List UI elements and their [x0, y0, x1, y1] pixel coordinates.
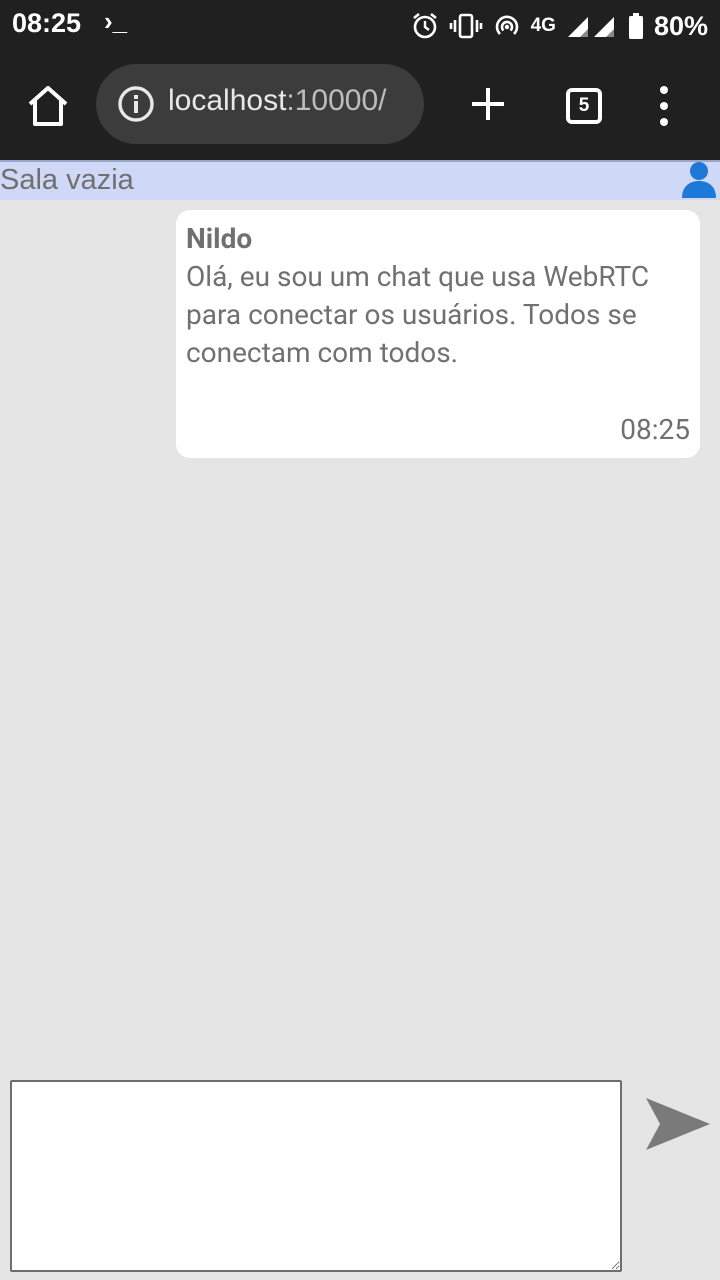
overflow-menu-icon[interactable] — [652, 84, 676, 128]
status-time: 08:25 — [12, 8, 82, 38]
message-text: Olá, eu sou um chat que usa WebRTC para … — [186, 260, 650, 369]
tabs-icon[interactable]: 5 — [566, 88, 602, 124]
terminal-icon: ›_ — [104, 6, 128, 36]
network-type: 4G — [530, 15, 556, 36]
status-bar: 08:25 ›_ 4G 80% — [0, 0, 720, 52]
home-icon[interactable] — [24, 82, 72, 130]
url-text[interactable]: localhost:10000/ — [168, 84, 412, 118]
battery-icon — [628, 13, 643, 39]
message-time: 08:25 — [620, 413, 690, 446]
browser-toolbar: localhost:10000/ 5 — [0, 52, 720, 160]
alarm-icon — [412, 12, 437, 39]
hotspot-icon — [495, 15, 518, 35]
user-icon[interactable] — [680, 160, 718, 198]
info-icon[interactable] — [116, 84, 156, 124]
room-header: Sala vazia — [0, 160, 720, 200]
message-author: Nildo — [186, 222, 253, 255]
url-port: :10000/ — [286, 84, 387, 117]
address-bar[interactable]: localhost:10000/ — [96, 64, 424, 144]
url-host: localhost — [168, 84, 287, 117]
send-button[interactable] — [644, 1096, 712, 1152]
signal-icon — [567, 17, 614, 37]
room-title: Sala vazia — [0, 164, 134, 196]
send-icon — [646, 1098, 710, 1150]
vibrate-icon — [449, 13, 482, 39]
message-input[interactable] — [10, 1080, 622, 1272]
message-bubble: Nildo Olá, eu sou um chat que usa WebRTC… — [176, 210, 700, 458]
plus-icon[interactable] — [466, 82, 510, 126]
battery-percent: 80% — [653, 10, 708, 41]
